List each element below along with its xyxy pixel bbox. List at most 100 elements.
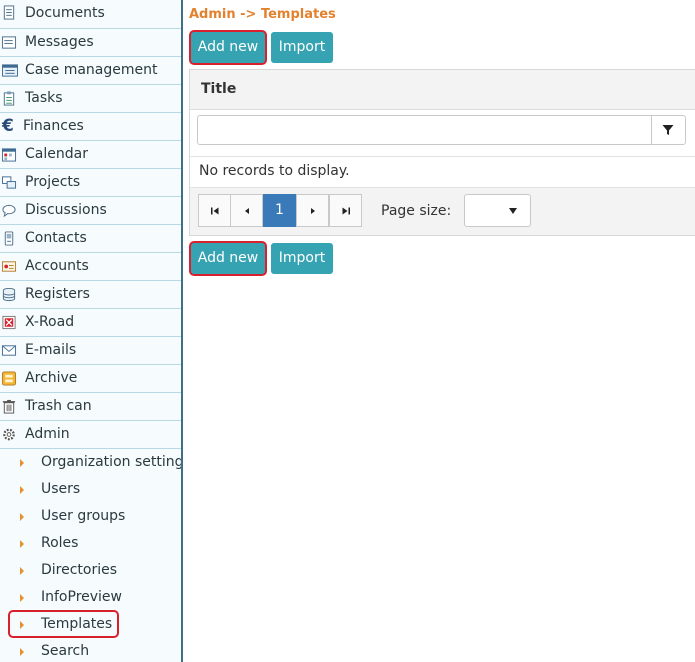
filter-icon bbox=[662, 125, 674, 135]
sidebar-item-calendar[interactable]: Calendar bbox=[0, 141, 181, 169]
sidebar-subitem-organization-settings[interactable]: Organization settings bbox=[0, 449, 181, 476]
sidebar-item-label: Tasks bbox=[25, 90, 63, 106]
sidebar-item-case-management[interactable]: Case management bbox=[0, 57, 181, 85]
discussion-icon bbox=[2, 204, 16, 218]
arrow-right-icon bbox=[20, 648, 24, 656]
sidebar-item-label: Projects bbox=[25, 174, 81, 190]
sidebar-item-label: Trash can bbox=[25, 398, 92, 414]
database-icon bbox=[2, 287, 16, 302]
sidebar-subitem-user-groups[interactable]: User groups bbox=[0, 503, 181, 530]
accounts-icon bbox=[1, 261, 17, 272]
title-filter-input[interactable] bbox=[197, 115, 652, 145]
main-content: Admin -> Templates Add new Import Title … bbox=[183, 0, 695, 662]
sidebar-item-label: E-mails bbox=[25, 342, 77, 358]
sidebar-item-contacts[interactable]: Contacts bbox=[0, 225, 181, 253]
sidebar-item-accounts[interactable]: Accounts bbox=[0, 253, 181, 281]
message-icon bbox=[1, 36, 17, 49]
sidebar-subitem-users[interactable]: Users bbox=[0, 476, 181, 503]
sidebar-nav: Documents Messages Case management Tasks… bbox=[0, 0, 183, 662]
column-header-title[interactable]: Title bbox=[201, 81, 236, 97]
envelope-icon bbox=[1, 345, 17, 356]
sidebar-item-documents[interactable]: Documents bbox=[0, 0, 181, 29]
sidebar-item-label: X-Road bbox=[25, 314, 75, 330]
breadcrumb: Admin -> Templates bbox=[189, 7, 336, 22]
add-new-button-bottom[interactable]: Add new bbox=[191, 243, 265, 274]
sidebar-subitem-roles[interactable]: Roles bbox=[0, 530, 181, 557]
next-page-button[interactable] bbox=[296, 194, 329, 227]
arrow-right-icon bbox=[20, 513, 24, 521]
arrow-right-icon bbox=[20, 459, 24, 467]
sidebar-item-label: Registers bbox=[25, 286, 90, 302]
sidebar-item-label: Accounts bbox=[25, 258, 89, 274]
sidebar-item-label: Case management bbox=[25, 62, 158, 78]
sidebar-subitem-label: User groups bbox=[41, 508, 126, 524]
sidebar-subitem-templates[interactable]: Templates bbox=[0, 610, 181, 638]
sidebar-item-discussions[interactable]: Discussions bbox=[0, 197, 181, 225]
grid-header: Title bbox=[190, 70, 695, 110]
last-page-icon bbox=[342, 207, 350, 215]
archive-icon bbox=[1, 371, 17, 386]
sidebar-item-finances[interactable]: € Finances bbox=[0, 113, 181, 141]
contacts-icon bbox=[4, 231, 14, 246]
arrow-right-icon bbox=[20, 567, 24, 575]
sidebar-item-registers[interactable]: Registers bbox=[0, 281, 181, 309]
trash-icon bbox=[2, 399, 16, 414]
first-page-icon bbox=[211, 207, 219, 215]
sidebar-item-messages[interactable]: Messages bbox=[0, 29, 181, 57]
sidebar-subitem-label: Search bbox=[41, 643, 90, 659]
document-icon bbox=[3, 5, 15, 20]
sidebar-item-label: Discussions bbox=[25, 202, 107, 218]
templates-grid: Title No records to display. 1 Page size… bbox=[189, 69, 695, 236]
sidebar-item-projects[interactable]: Projects bbox=[0, 169, 181, 197]
calendar-icon bbox=[1, 148, 17, 162]
add-new-button-top[interactable]: Add new bbox=[191, 32, 265, 63]
sidebar-subitem-label: Users bbox=[41, 481, 81, 497]
caret-down-icon bbox=[509, 208, 517, 214]
tasks-icon bbox=[3, 91, 15, 106]
empty-message: No records to display. bbox=[199, 163, 350, 179]
sidebar-subitem-infopreview[interactable]: InfoPreview bbox=[0, 584, 181, 611]
sidebar-item-x-road[interactable]: X-Road bbox=[0, 309, 181, 337]
gear-icon bbox=[3, 428, 15, 441]
sidebar-subitem-label: Organization settings bbox=[41, 454, 183, 470]
sidebar-subitem-label: Directories bbox=[41, 562, 118, 578]
euro-icon: € bbox=[2, 116, 14, 136]
sidebar-item-trash-can[interactable]: Trash can bbox=[0, 393, 181, 421]
last-page-button[interactable] bbox=[329, 194, 362, 227]
page-size-label: Page size: bbox=[381, 203, 452, 219]
filter-button[interactable] bbox=[652, 115, 686, 145]
import-button-bottom[interactable]: Import bbox=[271, 243, 333, 274]
next-page-icon bbox=[311, 208, 315, 214]
sidebar-item-label: Finances bbox=[23, 118, 84, 134]
sidebar-subitem-search[interactable]: Search bbox=[0, 638, 181, 662]
sidebar-item-label: Messages bbox=[25, 34, 94, 50]
sidebar-item-label: Admin bbox=[25, 426, 70, 442]
sidebar-subitem-label: InfoPreview bbox=[41, 589, 122, 605]
arrow-right-icon bbox=[20, 621, 24, 629]
filter-row bbox=[190, 110, 695, 157]
import-button-top[interactable]: Import bbox=[271, 32, 333, 63]
arrow-right-icon bbox=[20, 594, 24, 602]
first-page-button[interactable] bbox=[198, 194, 231, 227]
arrow-right-icon bbox=[20, 486, 24, 494]
case-management-icon bbox=[2, 64, 18, 77]
sidebar-item-archive[interactable]: Archive bbox=[0, 365, 181, 393]
page-button-current[interactable]: 1 bbox=[263, 194, 296, 227]
page-size-select[interactable] bbox=[464, 194, 531, 227]
sidebar-subitem-label: Roles bbox=[41, 535, 79, 551]
sidebar-item-e-mails[interactable]: E-mails bbox=[0, 337, 181, 365]
x-road-icon bbox=[2, 315, 16, 330]
pager: 1 Page size: bbox=[190, 187, 695, 235]
sidebar-subitem-label: Templates bbox=[41, 616, 113, 632]
projects-icon bbox=[1, 176, 17, 189]
sidebar-item-label: Contacts bbox=[25, 230, 87, 246]
sidebar-item-label: Documents bbox=[25, 5, 105, 21]
previous-page-icon bbox=[245, 208, 249, 214]
sidebar-subitem-directories[interactable]: Directories bbox=[0, 557, 181, 584]
sidebar-item-label: Calendar bbox=[25, 146, 88, 162]
sidebar-item-tasks[interactable]: Tasks bbox=[0, 85, 181, 113]
sidebar-item-admin[interactable]: Admin bbox=[0, 421, 181, 449]
previous-page-button[interactable] bbox=[230, 194, 263, 227]
arrow-right-icon bbox=[20, 540, 24, 548]
sidebar-item-label: Archive bbox=[25, 370, 78, 386]
